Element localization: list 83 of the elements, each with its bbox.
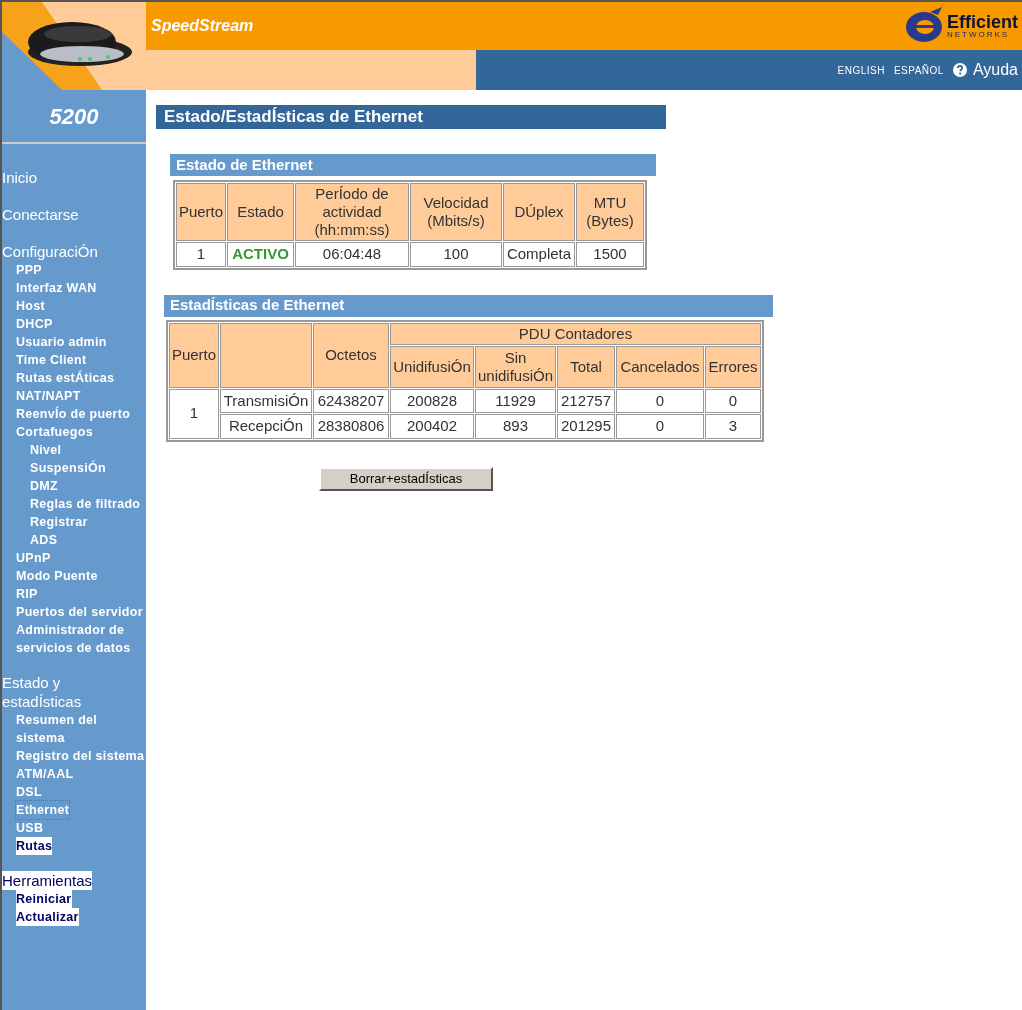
company-logo: Efficient	[947, 13, 1018, 31]
nav-link[interactable]: NAT/NAPT	[16, 387, 81, 405]
nav-link[interactable]: USB	[16, 819, 44, 837]
column-header: PerÍodo de actividad (hh:mm:ss)	[295, 183, 409, 241]
nav-link[interactable]: DMZ	[30, 477, 58, 495]
nav-link[interactable]: Cortafuegos	[16, 423, 93, 441]
logo-icon	[904, 7, 944, 45]
section-title: Estado de Ethernet	[176, 154, 313, 175]
nav-section-link[interactable]: Herramientas	[2, 871, 93, 890]
language-link[interactable]: ENGLISH	[837, 62, 885, 78]
nav-link[interactable]: Nivel	[30, 441, 62, 459]
nav-link[interactable]: RIP	[16, 585, 38, 603]
page-title: Estado/EstadÍsticas de Ethernet	[164, 106, 423, 129]
nav-link[interactable]: Resumen del sistema	[16, 711, 146, 747]
table-cell: 11929	[475, 388, 556, 413]
column-header: Velocidad (Mbits/s)	[410, 183, 502, 241]
table-cell: 201295	[557, 414, 615, 439]
column-header: MTU (Bytes)	[576, 183, 644, 241]
table-cell: 28380806	[313, 414, 389, 439]
nav-link[interactable]: Usuario admin	[16, 333, 107, 351]
table-cell: 62438207	[313, 388, 389, 413]
nav-link[interactable]: Administrador de servicios de datos	[16, 621, 146, 657]
section-title: EstadÍsticas de Ethernet	[170, 295, 345, 316]
column-header: Puerto	[176, 183, 226, 241]
nav-link[interactable]: Reglas de filtrado	[30, 495, 141, 513]
nav-section-link[interactable]: Conectarse	[2, 205, 122, 224]
nav-link[interactable]: Registrar	[30, 513, 88, 531]
column-header: UnidifusiÓn	[390, 345, 474, 388]
model-number: 5200	[49, 102, 99, 131]
table-cell: 212757	[557, 388, 615, 413]
company-subtitle: NETWORKS	[947, 31, 1011, 39]
column-header: Errores	[705, 345, 761, 388]
table-cell: Completa	[503, 242, 575, 267]
nav-link[interactable]: DSL	[16, 783, 42, 801]
table-cell: 1	[176, 242, 226, 267]
nav-link[interactable]: ReenvÍo de puerto	[16, 405, 131, 423]
help-icon	[952, 63, 967, 77]
table-cell: 1	[169, 388, 219, 439]
column-header: Octetos	[313, 322, 389, 388]
nav-link[interactable]: Interfaz WAN	[16, 279, 97, 297]
table-cell: 1500	[576, 242, 644, 267]
nav-link[interactable]: UPnP	[16, 549, 51, 567]
nav-link[interactable]: DHCP	[16, 315, 53, 333]
nav-link[interactable]: ATM/AAL	[16, 765, 74, 783]
column-header: DÚplex	[503, 183, 575, 241]
clear-statistics-button[interactable]: Borrar+estadÍsticas	[319, 466, 493, 491]
table-cell: 200828	[390, 388, 474, 413]
nav-section-link[interactable]: Inicio	[2, 168, 122, 187]
nav-section-link[interactable]: ConfiguraciÓn	[2, 242, 122, 261]
nav-section-link[interactable]: Estado y estadÍsticas	[2, 673, 122, 711]
nav-link[interactable]: Ethernet	[16, 801, 70, 819]
nav-link[interactable]: Actualizar	[16, 908, 79, 926]
column-header: Puerto	[169, 322, 219, 388]
nav-link[interactable]: Host	[16, 297, 45, 315]
nav-link[interactable]: Registro del sistema	[16, 747, 145, 765]
status-cell: ACTIVO	[227, 242, 294, 267]
table-cell: 200402	[390, 414, 474, 439]
table-cell: 0	[616, 388, 704, 413]
nav-link[interactable]: Time Client	[16, 351, 87, 369]
nav-link[interactable]: ADS	[30, 531, 58, 549]
nav-link[interactable]: PPP	[16, 261, 42, 279]
table-cell: 06:04:48	[295, 242, 409, 267]
table-cell: 100	[410, 242, 502, 267]
table-cell: TransmisiÓn	[220, 388, 312, 413]
nav-link[interactable]: Reiniciar	[16, 890, 72, 908]
nav-link[interactable]: SuspensiÓn	[30, 459, 106, 477]
column-header: PDU Contadores	[390, 322, 761, 345]
column-header: Cancelados	[616, 345, 704, 388]
help-link[interactable]: Ayuda	[952, 58, 1018, 82]
nav-link[interactable]: Rutas	[16, 837, 53, 855]
product-logo: SpeedStream	[151, 16, 254, 36]
table-cell: 0	[616, 414, 704, 439]
nav-link[interactable]: Puertos del servidor	[16, 603, 143, 621]
table-cell: 893	[475, 414, 556, 439]
column-header: Sin unidifusiÓn	[475, 345, 556, 388]
table-cell: RecepciÓn	[220, 414, 312, 439]
table-cell: 3	[705, 414, 761, 439]
nav-link[interactable]: Modo Puente	[16, 567, 98, 585]
nav-link[interactable]: Rutas estÁticas	[16, 369, 115, 387]
column-header: Estado	[227, 183, 294, 241]
column-header: Total	[557, 345, 615, 388]
table-cell: 0	[705, 388, 761, 413]
language-link[interactable]: ESPAÑOL	[893, 62, 944, 78]
